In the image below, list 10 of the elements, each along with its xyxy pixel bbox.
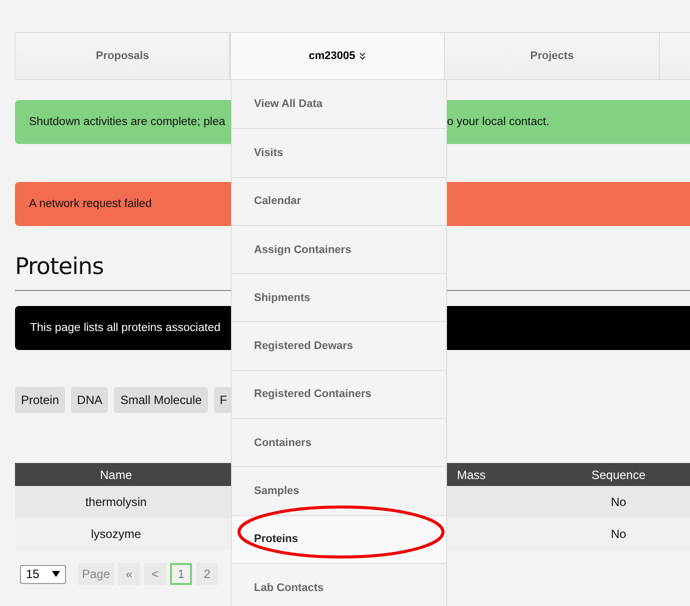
alert-text: Shutdown activities are complete; plea: [29, 116, 226, 128]
page-heading: Proteins: [15, 254, 105, 280]
alert-text: o your local contact.: [447, 116, 550, 128]
info-text: This page lists all proteins associated: [30, 322, 220, 334]
table-cell-text: No: [610, 495, 628, 509]
table-cell-text: thermolysin: [84, 495, 148, 509]
table-cell-text: No: [610, 527, 628, 541]
alert-text: A network request failed: [29, 198, 152, 210]
page-label: Page: [78, 563, 114, 585]
table-cell-text: lysozyme: [90, 527, 142, 541]
